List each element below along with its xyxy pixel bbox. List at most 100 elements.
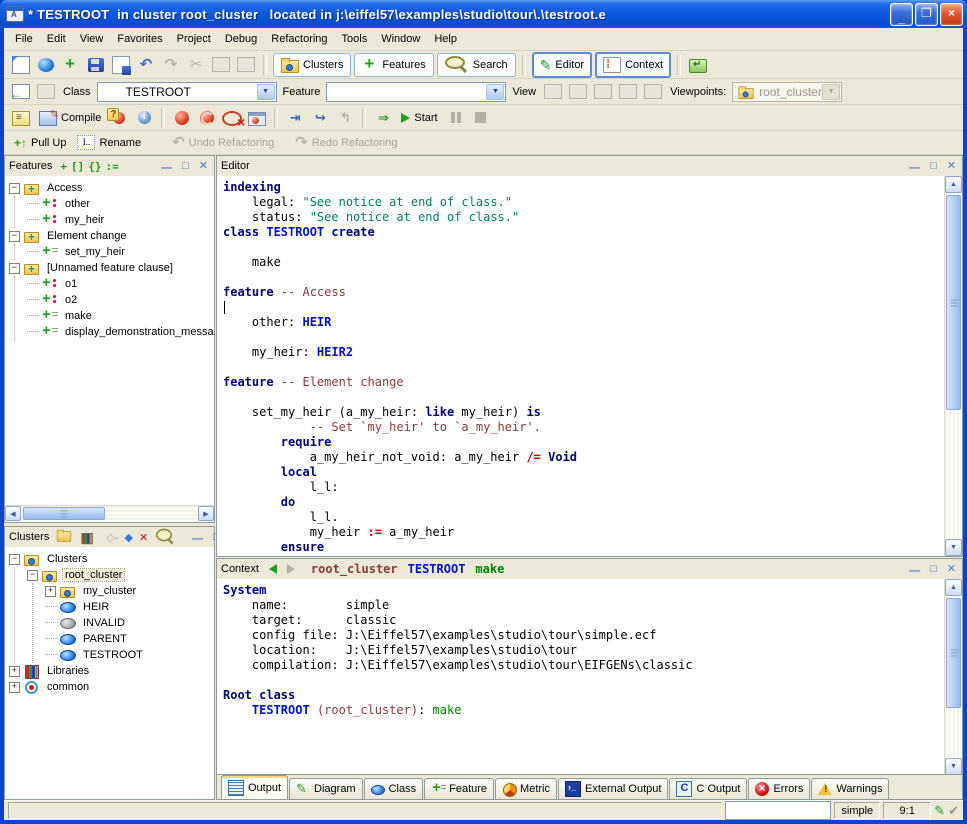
- scroll-right-arrow-icon[interactable]: ▶: [198, 506, 214, 521]
- tree-item-make[interactable]: make: [27, 308, 214, 324]
- clusters-toggle-button[interactable]: Clusters: [273, 53, 351, 77]
- menu-file[interactable]: File: [8, 30, 40, 48]
- tree-item-access[interactable]: −Access: [9, 180, 214, 196]
- context-forward-icon[interactable]: [287, 564, 295, 574]
- status-filter-input[interactable]: [725, 801, 831, 820]
- delete-icon[interactable]: ✕: [139, 531, 148, 544]
- tab-external-output[interactable]: External Output: [558, 778, 668, 799]
- breadcrumb-root-cluster[interactable]: root_cluster: [311, 562, 398, 576]
- view-basic-button[interactable]: [542, 81, 564, 103]
- tree-item-my-cluster[interactable]: +my_cluster: [45, 583, 214, 599]
- tab-output[interactable]: Output: [221, 775, 288, 799]
- paste-button[interactable]: [235, 54, 257, 76]
- expander-icon[interactable]: −: [9, 231, 20, 242]
- undo-refactoring-button[interactable]: ↶ Undo Refactoring: [148, 132, 288, 154]
- panel-minimize-icon[interactable]: —: [159, 163, 174, 174]
- tab-errors[interactable]: Errors: [748, 778, 810, 799]
- tree-item-parent[interactable]: PARENT: [45, 631, 214, 647]
- step-over-button[interactable]: ↪: [309, 107, 331, 129]
- class-combo[interactable]: TESTROOT ▼: [97, 82, 277, 102]
- tree-item-my-heir[interactable]: my_heir: [27, 212, 214, 228]
- library-icon[interactable]: [81, 531, 95, 542]
- scroll-up-arrow-icon[interactable]: ▲: [945, 176, 962, 193]
- panel-maximize-icon[interactable]: □: [180, 161, 191, 172]
- step-into-button[interactable]: ⇥: [284, 107, 306, 129]
- save-all-button[interactable]: [110, 54, 132, 76]
- panel-close-icon[interactable]: ✕: [945, 564, 958, 575]
- history-back-button[interactable]: ←: [10, 81, 32, 103]
- scroll-down-arrow-icon[interactable]: ▼: [945, 539, 962, 556]
- feature-tool-item[interactable]: {}: [86, 160, 103, 173]
- feature-tool-item[interactable]: +: [58, 160, 69, 173]
- chevron-down-icon[interactable]: ▼: [486, 84, 504, 100]
- tree-item-o1[interactable]: o1: [27, 276, 214, 292]
- context-panel-header[interactable]: Context root_clusterTESTROOTmake — □ ✕: [217, 559, 962, 580]
- features-tree-area[interactable]: −Accessothermy_heir−Element changeset_my…: [5, 176, 214, 506]
- tab-class[interactable]: Class: [364, 778, 424, 799]
- step-out-button[interactable]: ↰: [334, 107, 356, 129]
- editor-vertical-scrollbar[interactable]: ▲ ▼: [944, 176, 962, 556]
- expander-icon[interactable]: +: [45, 586, 56, 597]
- feature-combo[interactable]: ▼: [326, 82, 506, 102]
- menu-view[interactable]: View: [73, 30, 111, 48]
- tree-item-unnamed-feature-clause[interactable]: −[Unnamed feature clause]: [9, 260, 214, 276]
- context-back-icon[interactable]: [269, 564, 277, 574]
- melt-button[interactable]: [171, 107, 193, 129]
- tree-item-set-my-heir[interactable]: set_my_heir: [27, 244, 214, 260]
- breadcrumb-make[interactable]: make: [475, 562, 504, 576]
- remove-item-icon[interactable]: ◇-: [106, 531, 118, 544]
- tree-item-other[interactable]: other: [27, 196, 214, 212]
- view-interface-button[interactable]: [642, 81, 664, 103]
- tree-item-common[interactable]: +common: [9, 679, 214, 695]
- undo-button[interactable]: ↶: [135, 54, 157, 76]
- tree-item-heir[interactable]: HEIR: [45, 599, 214, 615]
- close-button[interactable]: ×: [940, 3, 963, 26]
- add-item-icon[interactable]: ◆: [124, 531, 132, 544]
- run-final-button[interactable]: ⇒: [372, 107, 394, 129]
- pause-button[interactable]: [445, 107, 467, 129]
- scrollbar-thumb[interactable]: [946, 195, 961, 410]
- breadcrumb-testroot[interactable]: TESTROOT: [408, 562, 466, 576]
- redo-button[interactable]: ↷: [160, 54, 182, 76]
- tree-item-testroot[interactable]: TESTROOT: [45, 647, 214, 663]
- scroll-down-arrow-icon[interactable]: ▼: [945, 758, 962, 775]
- sync-check-icon[interactable]: ✔: [948, 804, 959, 817]
- pull-up-button[interactable]: +↑ Pull Up: [10, 132, 70, 154]
- editor-panel-header[interactable]: Editor — □ ✕: [217, 156, 962, 177]
- menu-tools[interactable]: Tools: [335, 30, 375, 48]
- scrollbar-thumb[interactable]: [946, 598, 961, 708]
- tree-item-display-demonstration-messa[interactable]: display_demonstration_messa: [27, 324, 214, 340]
- panel-maximize-icon[interactable]: □: [928, 161, 939, 172]
- redo-refactoring-button[interactable]: ↷ Redo Refactoring: [291, 132, 401, 154]
- tree-item-invalid[interactable]: INVALID: [45, 615, 214, 631]
- cancel-compile-button[interactable]: [221, 107, 243, 129]
- panel-close-icon[interactable]: ✕: [197, 161, 210, 172]
- history-forward-button[interactable]: [35, 81, 57, 103]
- panel-minimize-icon[interactable]: —: [907, 163, 922, 174]
- save-button[interactable]: [85, 54, 107, 76]
- new-class-button[interactable]: [60, 54, 82, 76]
- panel-maximize-icon[interactable]: □: [928, 564, 939, 575]
- menu-edit[interactable]: Edit: [40, 30, 73, 48]
- tab-diagram[interactable]: Diagram: [289, 778, 363, 799]
- search-small-icon[interactable]: [156, 529, 172, 542]
- view-flat-button[interactable]: [592, 81, 614, 103]
- minimize-button[interactable]: _: [890, 3, 913, 26]
- tree-item-root-cluster[interactable]: −root_cluster: [27, 567, 214, 583]
- features-toggle-button[interactable]: Features: [354, 53, 433, 77]
- rename-button[interactable]: I.. Rename: [73, 132, 145, 154]
- cut-button[interactable]: ✂: [185, 54, 207, 76]
- panel-close-icon[interactable]: ✕: [945, 161, 958, 172]
- menu-refactoring[interactable]: Refactoring: [264, 30, 334, 48]
- menu-project[interactable]: Project: [170, 30, 218, 48]
- editor-toggle-button[interactable]: ✎ Editor: [532, 52, 592, 78]
- why-compile-button[interactable]: [108, 107, 130, 129]
- scroll-left-arrow-icon[interactable]: ◀: [5, 506, 21, 521]
- editable-status-icon[interactable]: ✎: [934, 804, 945, 817]
- panel-minimize-icon[interactable]: —: [190, 534, 205, 545]
- feature-tool-item[interactable]: []: [69, 160, 86, 173]
- clusters-panel-header[interactable]: Clusters ◇- ◆ ✕ — □ ✕: [5, 527, 214, 548]
- expander-icon[interactable]: +: [9, 666, 20, 677]
- maximize-button[interactable]: ❐: [915, 3, 938, 26]
- stop-button[interactable]: [470, 107, 492, 129]
